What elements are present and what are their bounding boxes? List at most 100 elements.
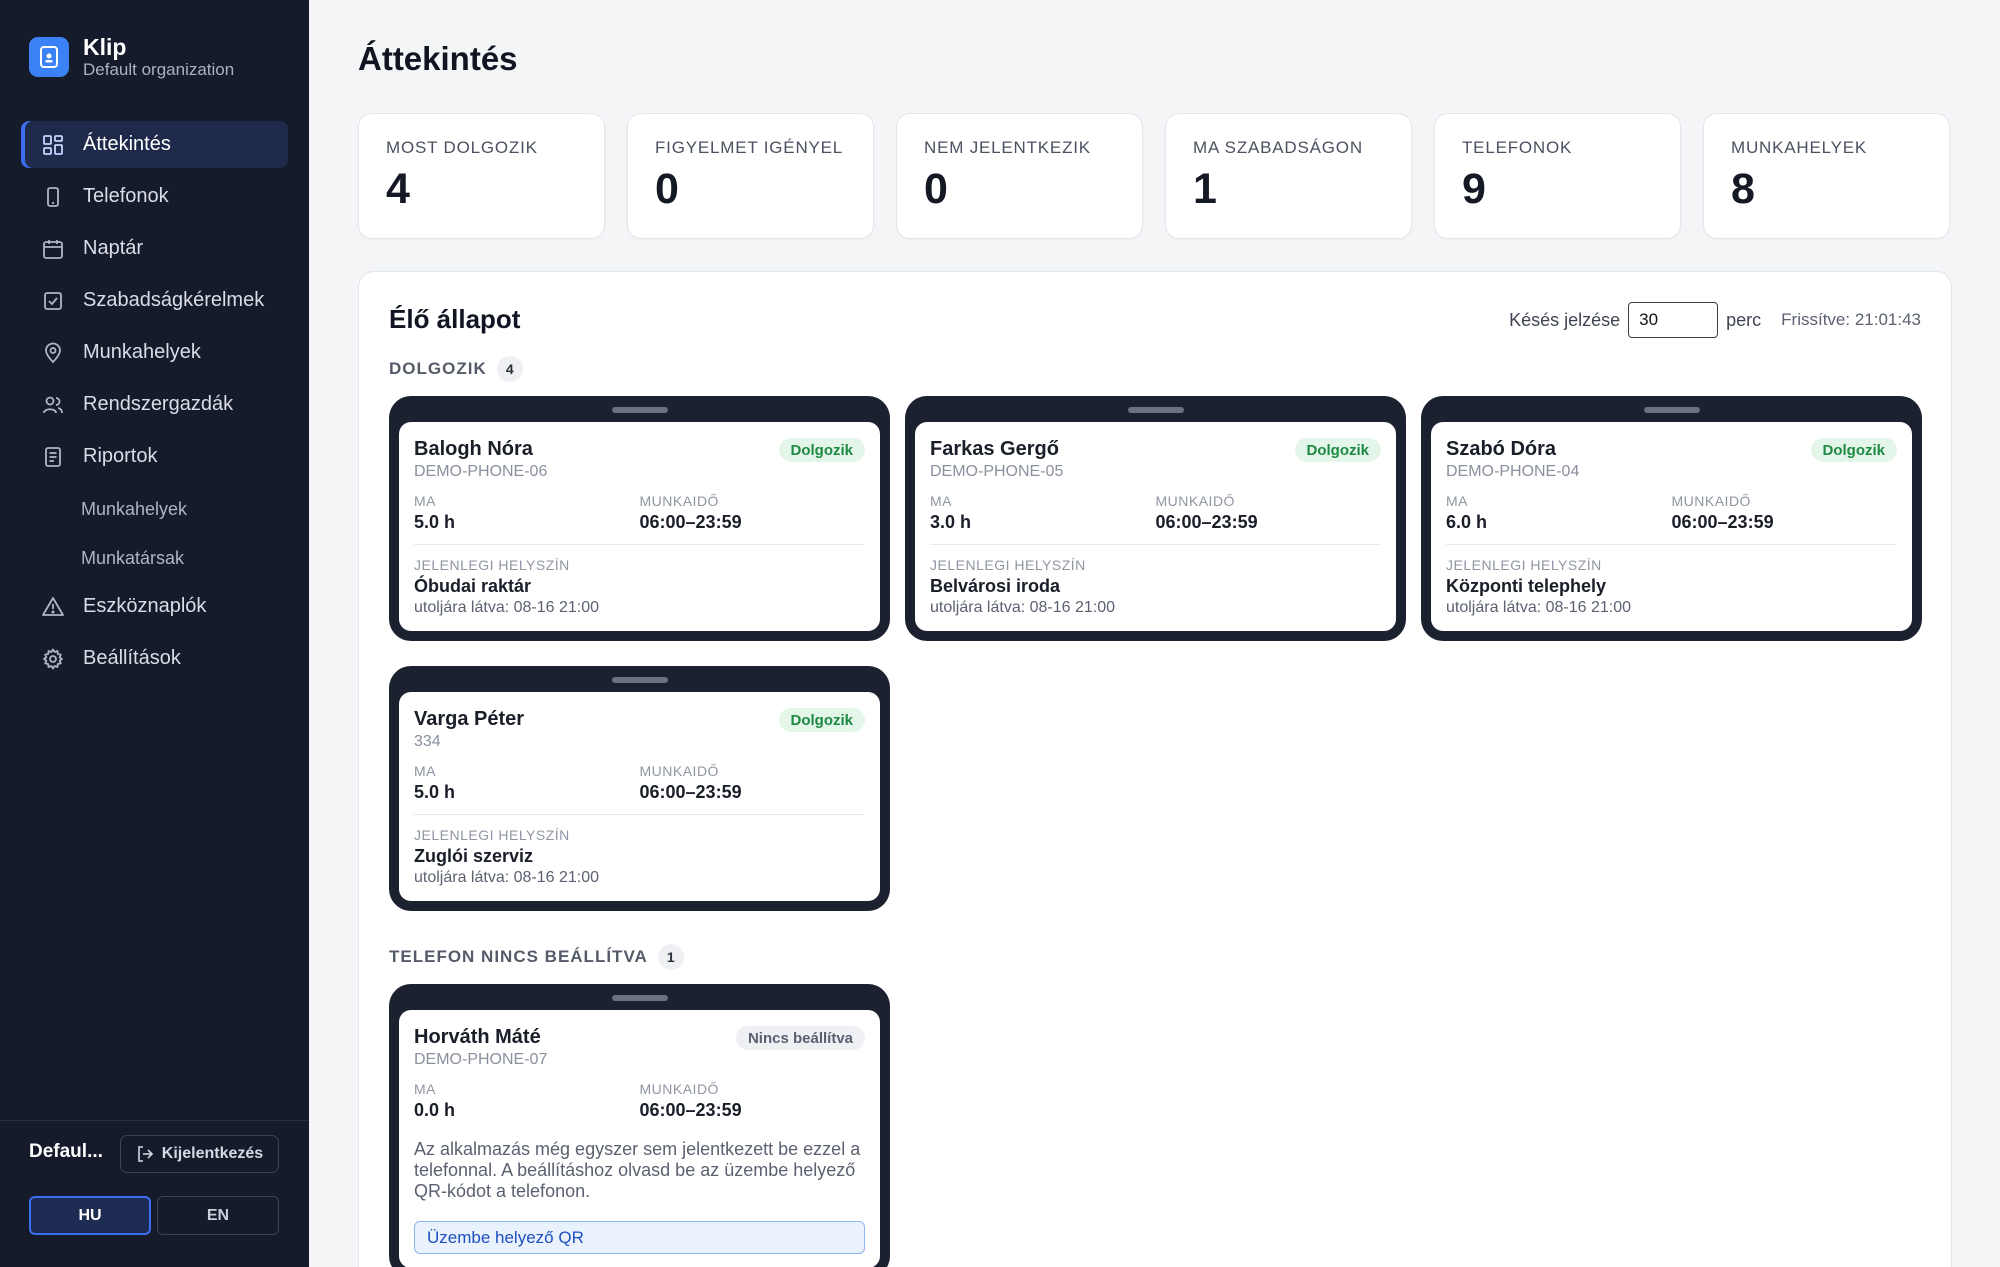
sidebar-item-label: Szabadságkérelmek: [83, 289, 265, 311]
employee-card-screen: Farkas Gergő DEMO-PHONE-05 Dolgozik MA 3.…: [915, 422, 1396, 631]
klip-logo-icon: [29, 37, 69, 77]
delay-settings: Késés jelzése perc Frissítve: 21:01:43: [1509, 302, 1921, 338]
refreshed-timestamp: Frissítve: 21:01:43: [1781, 310, 1921, 329]
sidebar-subitem-colleagues-report[interactable]: Munkatársak: [21, 534, 288, 583]
sidebar-item-admins[interactable]: Rendszergazdák: [21, 381, 288, 428]
language-hu-button[interactable]: HU: [29, 1196, 151, 1235]
stat-value: 4: [386, 165, 410, 213]
divider: [1446, 544, 1897, 545]
worktime-label: MUNKAIDŐ: [639, 1081, 719, 1097]
device-id: DEMO-PHONE-06: [414, 463, 548, 480]
today-label: MA: [414, 1081, 436, 1097]
stat-card-workplaces: MUNKAHELYEK 8: [1703, 113, 1950, 239]
gear-icon: [41, 647, 65, 671]
stat-label: FIGYELMET IGÉNYEL: [655, 138, 844, 157]
sidebar-item-label: Beállítások: [83, 647, 181, 669]
delay-unit: perc: [1726, 309, 1762, 330]
calendar-icon: [41, 237, 65, 261]
sidebar-item-device-logs[interactable]: Eszköznaplók: [21, 583, 288, 630]
language-en-button[interactable]: EN: [157, 1196, 279, 1235]
employee-card-screen: Varga Péter 334 Dolgozik MA 5.0 h MUNKAID…: [399, 692, 880, 901]
today-label: MA: [930, 493, 952, 509]
sidebar-item-phones[interactable]: Telefonok: [21, 173, 288, 220]
stat-label: NEM JELENTKEZIK: [924, 138, 1091, 157]
sidebar-item-calendar[interactable]: Naptár: [21, 225, 288, 272]
employee-card[interactable]: Farkas Gergő DEMO-PHONE-05 Dolgozik MA 3.…: [905, 396, 1406, 641]
page-title: Áttekintés: [358, 40, 518, 77]
phone-notch: [1127, 407, 1184, 413]
brand[interactable]: Klip Default organization: [29, 34, 234, 80]
worktime-value: 06:00–23:59: [639, 512, 742, 532]
divider: [414, 544, 865, 545]
sidebar-item-overview[interactable]: Áttekintés: [21, 121, 288, 168]
location-label: JELENLEGI HELYSZÍN: [930, 557, 1086, 573]
worktime-value: 06:00–23:59: [639, 782, 742, 802]
location-label: JELENLEGI HELYSZÍN: [414, 827, 570, 843]
delay-minutes-input[interactable]: [1628, 302, 1719, 338]
section-phone-not-set: TELEFON NINCS BEÁLLÍTVA 1: [389, 944, 684, 970]
sidebar-item-workplaces[interactable]: Munkahelyek: [21, 329, 288, 376]
last-seen: utoljára látva: 08-16 21:00: [930, 599, 1116, 616]
sidebar-item-label: Rendszergazdák: [83, 393, 234, 415]
sidebar-subitem-workplaces-report[interactable]: Munkahelyek: [21, 485, 288, 534]
stat-card-on-leave-today: MA SZABADSÁGON 1: [1165, 113, 1412, 239]
worktime-label: MUNKAIDŐ: [639, 493, 719, 509]
stat-label: MUNKAHELYEK: [1731, 138, 1868, 157]
last-seen: utoljára látva: 08-16 21:00: [414, 599, 600, 616]
section-count-badge: 1: [657, 944, 684, 970]
stat-value: 0: [655, 165, 679, 213]
phone-notch: [611, 995, 668, 1001]
warning-icon: [41, 595, 65, 619]
stat-label: MOST DOLGOZIK: [386, 138, 538, 157]
divider: [930, 544, 1381, 545]
employee-card-not-set[interactable]: Horváth Máté DEMO-PHONE-07 Nincs beállít…: [389, 984, 890, 1267]
employee-card[interactable]: Balogh Nóra DEMO-PHONE-06 Dolgozik MA 5.0…: [389, 396, 890, 641]
sidebar-item-label: Naptár: [83, 237, 144, 259]
phone-icon: [41, 185, 65, 209]
worktime-value: 06:00–23:59: [639, 1100, 742, 1120]
sidebar-item-label: Munkahelyek: [83, 341, 201, 363]
stat-card-phones: TELEFONOK 9: [1434, 113, 1681, 239]
divider: [414, 814, 865, 815]
device-id: DEMO-PHONE-04: [1446, 463, 1580, 480]
status-badge: Dolgozik: [1810, 438, 1897, 462]
status-badge: Dolgozik: [778, 708, 865, 732]
logout-label: Kijelentkezés: [161, 1145, 264, 1162]
worktime-label: MUNKAIDŐ: [1671, 493, 1751, 509]
stat-value: 9: [1462, 165, 1486, 213]
employee-card[interactable]: Varga Péter 334 Dolgozik MA 5.0 h MUNKAID…: [389, 666, 890, 911]
map-pin-icon: [41, 341, 65, 365]
today-hours: 5.0 h: [414, 512, 456, 532]
employee-card[interactable]: Szabó Dóra DEMO-PHONE-04 Dolgozik MA 6.0 …: [1421, 396, 1922, 641]
phone-notch: [1643, 407, 1700, 413]
stat-card-working-now: MOST DOLGOZIK 4: [358, 113, 605, 239]
today-hours: 5.0 h: [414, 782, 456, 802]
logout-button[interactable]: Kijelentkezés: [120, 1135, 279, 1173]
sidebar-item-reports[interactable]: Riportok: [21, 433, 288, 480]
sidebar-item-label: Áttekintés: [83, 133, 171, 155]
current-location: Óbudai raktár: [414, 576, 532, 596]
stat-card-not-reporting: NEM JELENTKEZIK 0: [896, 113, 1143, 239]
sidebar-footer: Defaul... Kijelentkezés HU EN: [0, 1120, 309, 1235]
current-location: Központi telephely: [1446, 576, 1607, 596]
live-status-title: Élő állapot: [389, 304, 521, 334]
report-icon: [41, 445, 65, 469]
sidebar-item-settings[interactable]: Beállítások: [21, 635, 288, 682]
provisioning-qr-button[interactable]: Üzembe helyező QR: [414, 1221, 865, 1254]
sidebar-item-leave-requests[interactable]: Szabadságkérelmek: [21, 277, 288, 324]
device-id: DEMO-PHONE-05: [930, 463, 1064, 480]
last-seen: utoljára látva: 08-16 21:00: [414, 869, 600, 886]
device-id: DEMO-PHONE-07: [414, 1051, 548, 1068]
sidebar: Klip Default organization Áttekintés Tel…: [0, 0, 309, 1267]
dashboard-icon: [41, 133, 65, 157]
sidebar-item-label: Telefonok: [83, 185, 169, 207]
today-hours: 0.0 h: [414, 1100, 456, 1120]
section-label: DOLGOZIK: [389, 359, 487, 378]
employee-card-screen: Horváth Máté DEMO-PHONE-07 Nincs beállít…: [399, 1010, 880, 1267]
stats-row: MOST DOLGOZIK 4 FIGYELMET IGÉNYEL 0 NEM …: [358, 113, 1972, 239]
stat-label: TELEFONOK: [1462, 138, 1573, 157]
stat-value: 1: [1193, 165, 1217, 213]
today-label: MA: [1446, 493, 1468, 509]
status-badge: Dolgozik: [1294, 438, 1381, 462]
employee-card-screen: Szabó Dóra DEMO-PHONE-04 Dolgozik MA 6.0 …: [1431, 422, 1912, 631]
